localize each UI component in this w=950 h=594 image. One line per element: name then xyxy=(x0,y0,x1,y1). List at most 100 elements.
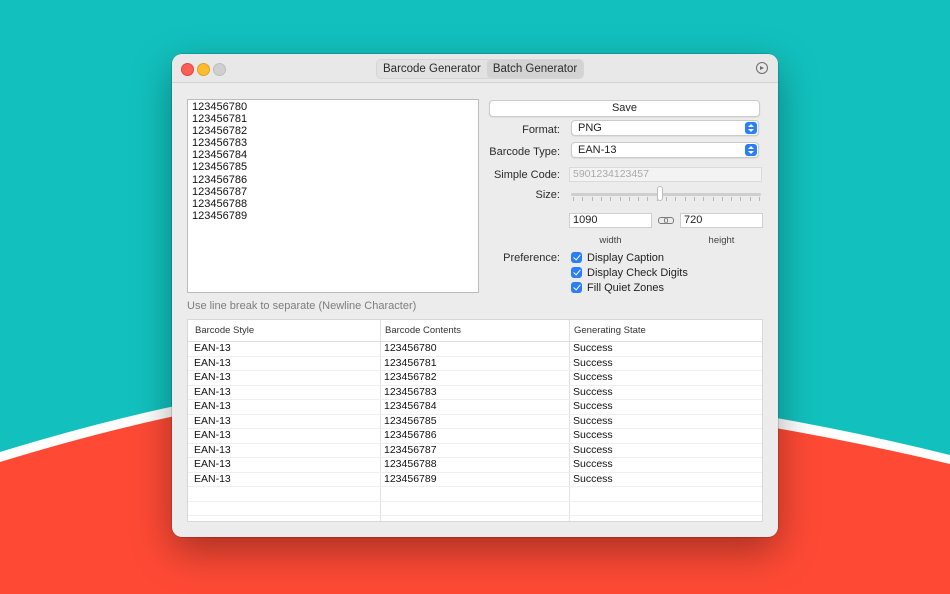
barcode-type-popup[interactable]: EAN-13 xyxy=(571,142,759,158)
slider-tick xyxy=(684,197,686,201)
slider-tick xyxy=(721,197,723,201)
table-cell: EAN-13 xyxy=(194,356,231,369)
table-row[interactable]: EAN-13 123456787 Success xyxy=(188,443,762,458)
play-circle-icon[interactable] xyxy=(756,62,768,74)
slider-tick xyxy=(703,197,705,201)
table-cell: Success xyxy=(573,385,613,398)
table-header: Barcode Style Barcode Contents Generatin… xyxy=(188,320,762,342)
width-field[interactable]: 1090 xyxy=(569,213,652,228)
save-button[interactable]: Save xyxy=(489,100,760,117)
link-icon[interactable] xyxy=(658,215,674,225)
table-cell: 123456785 xyxy=(384,414,437,427)
display-caption-checkbox[interactable]: Display Caption xyxy=(571,251,664,264)
code-line: 123456785 xyxy=(192,161,248,174)
simple-code-field[interactable]: 5901234123457 xyxy=(569,167,762,182)
codes-textarea[interactable]: 123456780 123456781 123456782 123456783 1234… xyxy=(187,99,479,293)
code-line: 123456786 xyxy=(192,173,248,186)
code-line: 123456781 xyxy=(192,113,248,126)
slider-tick xyxy=(628,197,630,201)
app-window: Barcode Generator Batch Generator 123456… xyxy=(172,54,778,537)
table-cell: EAN-13 xyxy=(194,400,231,412)
code-line: 123456780 xyxy=(192,101,248,113)
preference-label: Preference: xyxy=(503,252,560,264)
header-generating-state[interactable]: Generating State xyxy=(567,320,646,341)
slider-tick xyxy=(675,197,677,201)
code-line: 123456784 xyxy=(192,149,248,162)
chevron-updown-icon xyxy=(745,144,757,156)
slider-tick xyxy=(591,197,593,201)
code-line: 123456788 xyxy=(192,197,248,210)
display-check-digits-label: Display Check Digits xyxy=(587,266,688,279)
titlebar: Barcode Generator Batch Generator xyxy=(172,54,778,83)
table-row[interactable] xyxy=(188,502,762,516)
table-cell: EAN-13 xyxy=(194,458,231,470)
mode-tabs: Barcode Generator Batch Generator xyxy=(376,59,585,79)
checkmark-icon[interactable] xyxy=(571,252,582,263)
table-row[interactable]: EAN-13 123456782 Success xyxy=(188,371,762,386)
checkmark-icon[interactable] xyxy=(571,282,582,293)
tab-batch-generator[interactable]: Batch Generator xyxy=(486,60,584,78)
table-body: EAN-13 123456780 Success EAN-13 123456781 Suc… xyxy=(188,342,762,516)
size-slider[interactable] xyxy=(571,186,761,204)
fill-quiet-zones-checkbox[interactable]: Fill Quiet Zones xyxy=(571,281,664,294)
table-cell: EAN-13 xyxy=(194,385,231,398)
slider-tick xyxy=(610,197,612,201)
simple-code-label: Simple Code: xyxy=(493,169,560,181)
barcode-type-label: Barcode Type: xyxy=(489,146,560,158)
table-row[interactable]: EAN-13 123456789 Success xyxy=(188,472,762,487)
table-cell: EAN-13 xyxy=(194,472,231,485)
zoom-window-button[interactable] xyxy=(213,63,226,76)
slider-tick xyxy=(749,197,751,201)
table-cell: Success xyxy=(573,342,613,354)
slider-tick xyxy=(600,197,602,201)
slider-tick xyxy=(666,197,667,201)
table-row[interactable]: EAN-13 123456785 Success xyxy=(188,414,762,429)
slider-tick xyxy=(638,197,640,201)
slider-tick xyxy=(582,197,584,201)
table-cell: EAN-13 xyxy=(194,414,231,427)
table-cell: 123456783 xyxy=(384,385,437,398)
table-cell: Success xyxy=(573,443,613,456)
slider-thumb[interactable] xyxy=(657,186,663,201)
close-window-button[interactable] xyxy=(181,63,194,76)
table-row[interactable]: EAN-13 123456784 Success xyxy=(188,400,762,415)
table-cell: Success xyxy=(573,458,613,470)
slider-tick xyxy=(759,197,760,201)
table-cell: Success xyxy=(573,414,613,427)
format-popup[interactable]: PNG xyxy=(571,120,759,136)
table-row[interactable]: EAN-13 123456780 Success xyxy=(188,342,762,357)
table-cell: Success xyxy=(573,371,613,383)
code-line: 123456783 xyxy=(192,137,248,150)
table-cell: EAN-13 xyxy=(194,429,231,441)
minimize-window-button[interactable] xyxy=(197,63,210,76)
fill-quiet-zones-label: Fill Quiet Zones xyxy=(587,281,665,294)
table-row[interactable] xyxy=(188,487,762,502)
table-cell: 123456787 xyxy=(384,443,437,456)
barcode-type-value: EAN-13 xyxy=(578,144,617,156)
code-line: 123456789 xyxy=(192,209,248,222)
table-cell: EAN-13 xyxy=(194,443,231,456)
tab-barcode-generator[interactable]: Barcode Generator xyxy=(377,60,487,78)
table-row[interactable]: EAN-13 123456788 Success xyxy=(188,458,762,473)
table-cell: 123456782 xyxy=(384,371,437,383)
table-cell: EAN-13 xyxy=(194,371,231,383)
checkmark-icon[interactable] xyxy=(571,267,582,278)
slider-tick xyxy=(731,197,733,201)
height-field[interactable]: 720 xyxy=(680,213,763,228)
table-row[interactable]: EAN-13 123456786 Success xyxy=(188,429,762,444)
slider-tick xyxy=(693,197,695,201)
slider-track xyxy=(571,193,761,196)
table-row[interactable]: EAN-13 123456783 Success xyxy=(188,385,762,400)
display-check-digits-checkbox[interactable]: Display Check Digits xyxy=(571,266,688,279)
size-label: Size: xyxy=(535,189,560,201)
header-barcode-contents[interactable]: Barcode Contents xyxy=(378,320,461,341)
table-row[interactable]: EAN-13 123456781 Success xyxy=(188,356,762,371)
slider-tick xyxy=(740,197,742,201)
header-barcode-style[interactable]: Barcode Style xyxy=(188,320,254,341)
table-cell: 123456789 xyxy=(384,472,437,485)
table-cell: Success xyxy=(573,356,613,369)
input-hint: Use line break to separate (Newline Char… xyxy=(187,300,417,312)
table-cell: 123456788 xyxy=(384,458,437,470)
width-label: width xyxy=(599,235,622,246)
format-value: PNG xyxy=(578,122,602,134)
